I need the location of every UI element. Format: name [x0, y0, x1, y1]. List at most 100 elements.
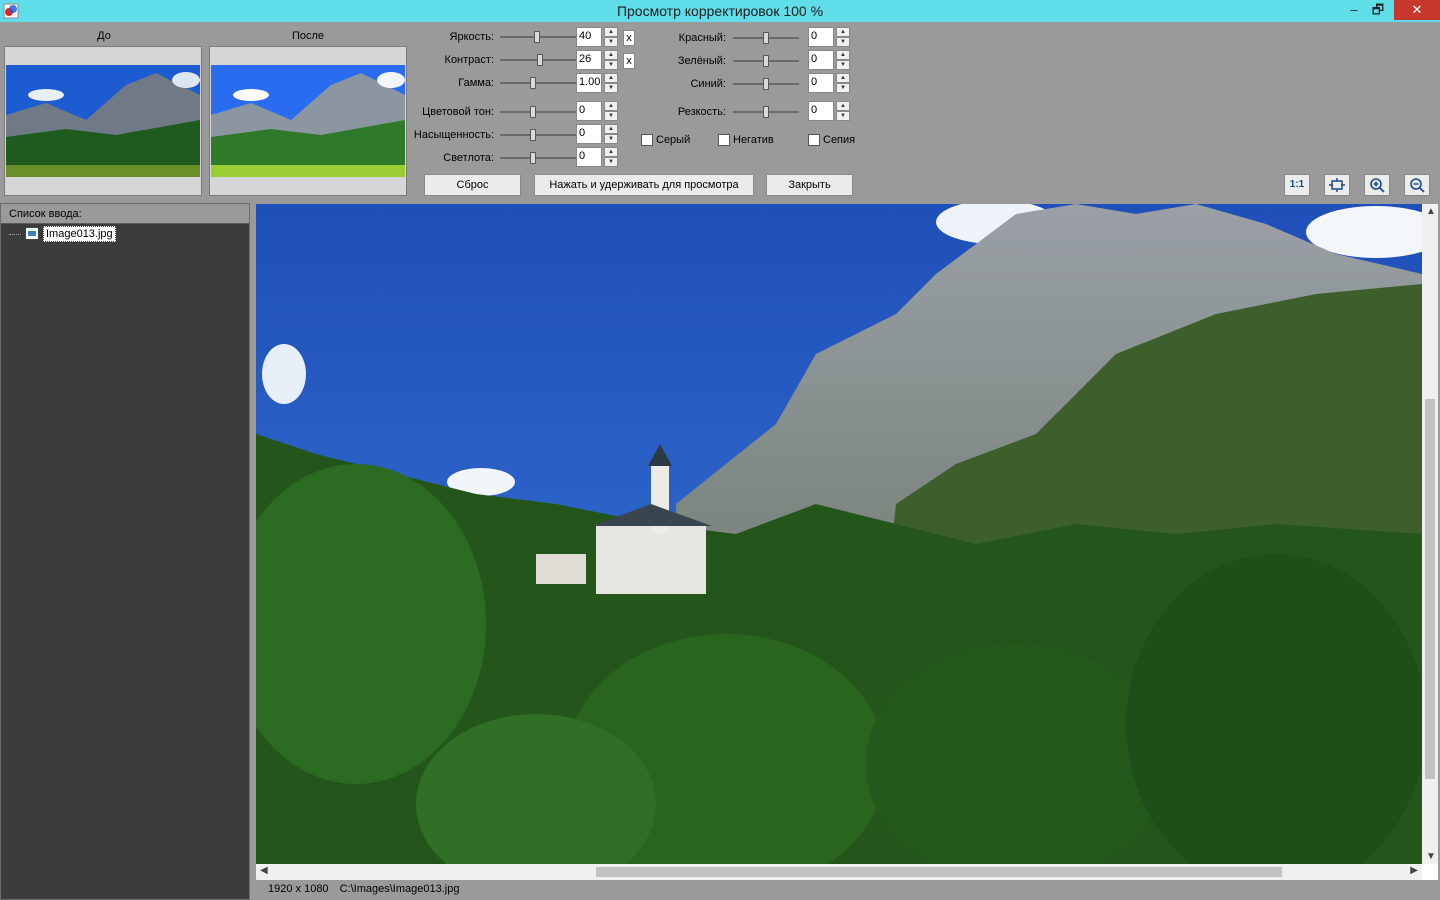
horizontal-scrollbar[interactable]: ◀ ▶ — [256, 864, 1422, 880]
lightness-spinner[interactable]: 0 ▲ ▼ — [576, 147, 618, 167]
close-window-button[interactable]: ✕ — [1394, 0, 1440, 20]
gamma-spinner[interactable]: 1.00 ▲ ▼ — [576, 73, 618, 93]
checkbox-icon[interactable] — [641, 134, 653, 147]
hue-spinner[interactable]: 0 ▲ ▼ — [576, 101, 618, 121]
brightness-label: Яркость: — [449, 31, 494, 43]
blue-label: Синий: — [690, 78, 726, 90]
before-label: До — [97, 30, 111, 42]
gray-checkbox[interactable]: Серый — [641, 134, 690, 147]
brightness-value[interactable]: 40 — [576, 27, 602, 47]
hue-slider[interactable] — [500, 106, 580, 118]
spin-up-icon[interactable]: ▲ — [836, 50, 850, 60]
red-value[interactable]: 0 — [808, 27, 834, 47]
scroll-left-icon[interactable]: ◀ — [260, 865, 268, 876]
spin-up-icon[interactable]: ▲ — [604, 27, 618, 37]
horizontal-scroll-thumb[interactable] — [596, 867, 1282, 877]
sharpness-label: Резкость: — [677, 106, 726, 118]
contrast-spinner[interactable]: 26 ▲ ▼ — [576, 50, 618, 70]
spin-down-icon[interactable]: ▼ — [604, 111, 618, 121]
hue-value[interactable]: 0 — [576, 101, 602, 121]
saturation-slider[interactable] — [500, 129, 580, 141]
negative-label: Негатив — [733, 134, 774, 146]
blue-slider[interactable] — [733, 78, 799, 90]
zoom-out-icon — [1410, 178, 1425, 193]
spin-down-icon[interactable]: ▼ — [836, 37, 850, 47]
gamma-value[interactable]: 1.00 — [576, 73, 602, 93]
image-path: C:\Images\Image013.jpg — [339, 883, 460, 895]
spin-down-icon[interactable]: ▼ — [604, 37, 618, 47]
image-file-icon — [25, 227, 39, 240]
spin-up-icon[interactable]: ▲ — [836, 101, 850, 111]
after-label: После — [291, 30, 325, 42]
spin-up-icon[interactable]: ▲ — [604, 101, 618, 111]
window-title: Просмотр корректировок 100 % — [616, 3, 824, 19]
zoom-in-button[interactable] — [1364, 174, 1390, 196]
brightness-spinner[interactable]: 40 ▲ ▼ — [576, 27, 618, 47]
gamma-slider[interactable] — [500, 77, 580, 89]
spin-up-icon[interactable]: ▲ — [604, 73, 618, 83]
spin-down-icon[interactable]: ▼ — [836, 111, 850, 121]
spin-up-icon[interactable]: ▲ — [836, 73, 850, 83]
spin-down-icon[interactable]: ▼ — [836, 83, 850, 93]
red-spinner[interactable]: 0 ▲ ▼ — [808, 27, 850, 47]
lightness-slider[interactable] — [500, 152, 580, 164]
green-spinner[interactable]: 0 ▲ ▼ — [808, 50, 850, 70]
contrast-value[interactable]: 26 — [576, 50, 602, 70]
spin-down-icon[interactable]: ▼ — [604, 157, 618, 167]
lightness-value[interactable]: 0 — [576, 147, 602, 167]
hold-preview-button[interactable]: Нажать и удерживать для просмотра — [534, 174, 754, 196]
hue-label: Цветовой тон: — [422, 106, 494, 118]
green-label: Зелёный: — [677, 55, 726, 67]
spin-down-icon[interactable]: ▼ — [604, 134, 618, 144]
scroll-right-icon[interactable]: ▶ — [1410, 865, 1418, 876]
blue-spinner[interactable]: 0 ▲ ▼ — [808, 73, 850, 93]
sepia-checkbox[interactable]: Сепия — [808, 134, 855, 147]
image-viewer[interactable]: ▲ ▼ ◀ ▶ — [256, 204, 1438, 880]
actual-size-button[interactable]: 1:1 — [1284, 174, 1310, 196]
zoom-out-button[interactable] — [1404, 174, 1430, 196]
list-item-label[interactable]: Image013.jpg — [43, 226, 116, 242]
gamma-label: Гамма: — [458, 77, 494, 89]
restore-button[interactable]: 🗗 — [1364, 0, 1392, 20]
spin-up-icon[interactable]: ▲ — [604, 124, 618, 134]
checkbox-icon[interactable] — [718, 134, 730, 147]
checkbox-icon[interactable] — [808, 134, 820, 147]
tree-connector — [9, 234, 21, 235]
landscape-image — [256, 204, 1422, 864]
sharpness-value[interactable]: 0 — [808, 101, 834, 121]
scroll-down-icon[interactable]: ▼ — [1426, 851, 1436, 862]
fit-to-window-button[interactable] — [1324, 174, 1350, 196]
spin-up-icon[interactable]: ▲ — [836, 27, 850, 37]
before-preview — [4, 46, 202, 196]
spin-up-icon[interactable]: ▲ — [604, 147, 618, 157]
scroll-up-icon[interactable]: ▲ — [1426, 206, 1436, 217]
reset-button[interactable]: Сброс — [424, 174, 521, 196]
fit-window-icon — [1329, 178, 1345, 192]
brightness-reset-button[interactable]: x — [623, 30, 635, 46]
vertical-scrollbar[interactable]: ▲ ▼ — [1422, 204, 1438, 864]
input-list-header: Список ввода: — [1, 204, 249, 224]
green-value[interactable]: 0 — [808, 50, 834, 70]
sharpness-spinner[interactable]: 0 ▲ ▼ — [808, 101, 850, 121]
spin-down-icon[interactable]: ▼ — [604, 83, 618, 93]
green-slider[interactable] — [733, 55, 799, 67]
after-image — [211, 65, 405, 177]
saturation-spinner[interactable]: 0 ▲ ▼ — [576, 124, 618, 144]
saturation-value[interactable]: 0 — [576, 124, 602, 144]
contrast-slider[interactable] — [500, 54, 580, 66]
spin-up-icon[interactable]: ▲ — [604, 50, 618, 60]
contrast-reset-button[interactable]: x — [623, 53, 635, 69]
red-label: Красный: — [678, 32, 726, 44]
red-slider[interactable] — [733, 32, 799, 44]
blue-value[interactable]: 0 — [808, 73, 834, 93]
close-button[interactable]: Закрыть — [766, 174, 853, 196]
negative-checkbox[interactable]: Негатив — [718, 134, 774, 147]
image-canvas[interactable] — [256, 204, 1422, 864]
sharpness-slider[interactable] — [733, 106, 799, 118]
lightness-label: Светлота: — [443, 152, 494, 164]
zoom-in-icon — [1370, 178, 1385, 193]
spin-down-icon[interactable]: ▼ — [836, 60, 850, 70]
vertical-scroll-thumb[interactable] — [1425, 399, 1435, 779]
brightness-slider[interactable] — [500, 31, 580, 43]
spin-down-icon[interactable]: ▼ — [604, 60, 618, 70]
